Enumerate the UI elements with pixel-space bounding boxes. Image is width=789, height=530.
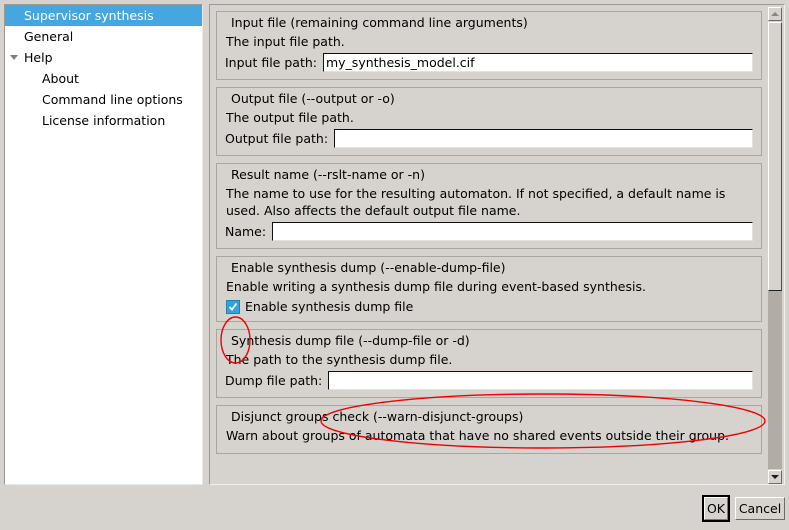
group-enable-synthesis-dump: Enable synthesis dump (--enable-dump-fil… <box>216 256 762 322</box>
group-description: The input file path. <box>226 34 345 49</box>
triangle-down-icon <box>771 475 779 479</box>
scroll-up-button[interactable] <box>768 7 782 21</box>
checkmark-icon <box>228 302 238 311</box>
sidebar-item-command-line-options[interactable]: Command line options <box>5 89 202 110</box>
ok-button-label: OK <box>704 497 728 520</box>
group-body: Warn about groups of automata that have … <box>225 424 753 444</box>
field-row: Input file path: <box>225 53 753 72</box>
group-description: Warn about groups of automata that have … <box>226 428 730 443</box>
input-file-path-label: Input file path: <box>225 55 317 70</box>
group-title: Output file (--output or -o) <box>227 92 400 106</box>
sidebar-item-label: Supervisor synthesis <box>24 8 154 23</box>
ok-button[interactable]: OK <box>702 495 730 522</box>
group-title: Synthesis dump file (--dump-file or -d) <box>227 334 475 348</box>
group-body: The output file path. Output file path: <box>225 106 753 148</box>
dump-file-path-label: Dump file path: <box>225 373 323 388</box>
dump-file-path-field[interactable] <box>328 371 753 390</box>
group-body: The path to the synthesis dump file. Dum… <box>225 348 753 390</box>
group-title: Input file (remaining command line argum… <box>227 16 533 30</box>
scroll-down-button[interactable] <box>768 470 782 484</box>
group-title: Result name (--rslt-name or -n) <box>227 168 430 182</box>
group-disjunct-groups-check: Disjunct groups check (--warn-disjunct-g… <box>216 405 762 454</box>
group-title: Enable synthesis dump (--enable-dump-fil… <box>227 261 511 275</box>
result-name-field[interactable] <box>272 222 753 241</box>
sidebar-item-label: Help <box>24 50 53 65</box>
sidebar-item-label: General <box>24 29 74 44</box>
output-file-path-label: Output file path: <box>225 131 329 146</box>
sidebar-item-supervisor-synthesis[interactable]: Supervisor synthesis <box>5 5 202 26</box>
group-body: Enable writing a synthesis dump file dur… <box>225 275 753 314</box>
sidebar-item-label: Command line options <box>42 92 183 107</box>
field-row: Output file path: <box>225 129 753 148</box>
group-synthesis-dump-file: Synthesis dump file (--dump-file or -d) … <box>216 329 762 398</box>
sidebar-item-general[interactable]: General <box>5 26 202 47</box>
sidebar-item-help[interactable]: Help <box>5 47 202 68</box>
dialog-footer: OK Cancel <box>0 486 789 530</box>
enable-synthesis-dump-label: Enable synthesis dump file <box>245 299 414 314</box>
result-name-label: Name: <box>225 224 267 239</box>
group-output-file: Output file (--output or -o) The output … <box>216 87 762 156</box>
cancel-button-label: Cancel <box>738 501 782 516</box>
options-panel: Input file (remaining command line argum… <box>210 5 768 484</box>
scrollbar-thumb[interactable] <box>768 22 782 291</box>
chevron-down-icon[interactable] <box>5 47 23 68</box>
sidebar-item-label: License information <box>42 113 166 128</box>
group-description: The output file path. <box>226 110 354 125</box>
field-row: Name: <box>225 222 753 241</box>
input-file-path-field[interactable] <box>322 53 753 72</box>
triangle-up-icon <box>771 12 779 16</box>
sidebar-item-label: About <box>42 71 79 86</box>
group-body: The name to use for the resulting automa… <box>225 182 753 241</box>
options-dialog: Supervisor synthesis General Help About … <box>0 0 789 530</box>
sidebar-item-about[interactable]: About <box>5 68 202 89</box>
output-file-path-field[interactable] <box>334 129 753 148</box>
scrollbar-track[interactable] <box>768 22 782 469</box>
group-description: The name to use for the resulting automa… <box>226 186 726 218</box>
group-body: The input file path. Input file path: <box>225 30 753 72</box>
options-tree[interactable]: Supervisor synthesis General Help About … <box>4 4 203 485</box>
group-description: The path to the synthesis dump file. <box>226 352 453 367</box>
group-description: Enable writing a synthesis dump file dur… <box>226 279 646 294</box>
field-row: Dump file path: <box>225 371 753 390</box>
group-title: Disjunct groups check (--warn-disjunct-g… <box>227 410 529 424</box>
vertical-scrollbar[interactable] <box>767 6 783 484</box>
sidebar-item-license-information[interactable]: License information <box>5 110 202 131</box>
group-result-name: Result name (--rslt-name or -n) The name… <box>216 163 762 249</box>
enable-synthesis-dump-checkbox[interactable] <box>226 299 240 314</box>
cancel-button[interactable]: Cancel <box>735 497 785 520</box>
group-input-file: Input file (remaining command line argum… <box>216 11 762 80</box>
options-scroll-area: Input file (remaining command line argum… <box>209 4 785 485</box>
enable-synthesis-dump-row[interactable]: Enable synthesis dump file <box>226 299 753 314</box>
